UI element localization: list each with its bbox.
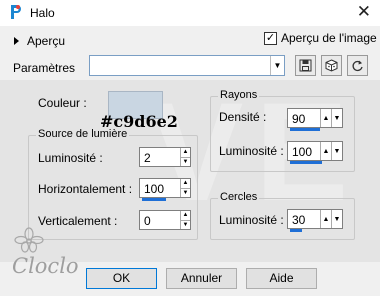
app-icon	[11, 5, 21, 19]
value-bar	[290, 229, 302, 232]
circles-title: Cercles	[218, 191, 260, 203]
circles-luminosity-spinner[interactable]: 30 ▲ ▼	[287, 209, 343, 232]
circles-luminosity-label: Luminosité :	[219, 213, 284, 227]
spin-up-icon[interactable]: ▲	[320, 109, 331, 127]
watermark-logo-text: Cloclo	[12, 254, 79, 278]
expand-triangle-icon	[14, 37, 19, 45]
spin-down-icon[interactable]: ▼	[181, 220, 190, 229]
params-label: Paramètres	[13, 61, 76, 75]
value-bar	[142, 198, 166, 201]
reset-icon	[352, 60, 363, 72]
value-bar	[290, 128, 320, 131]
image-preview-checkbox[interactable]: ✓ Aperçu de l'image	[264, 31, 377, 45]
randomize-icon	[325, 59, 338, 72]
help-button[interactable]: Aide	[246, 268, 317, 289]
spin-down-icon[interactable]: ▼	[181, 188, 190, 197]
light-luminosity-spinner[interactable]: 2 ▲ ▼	[139, 147, 191, 167]
spin-down-icon[interactable]: ▼	[331, 142, 342, 160]
save-preset-button[interactable]	[295, 55, 316, 76]
window-title: Halo	[30, 6, 55, 20]
preview-toggle[interactable]: Aperçu	[14, 34, 65, 48]
density-label: Densité :	[219, 110, 267, 124]
flower-logo-icon	[14, 227, 44, 253]
spin-buttons[interactable]: ▲ ▼	[180, 148, 190, 166]
spin-buttons[interactable]: ▲ ▼	[180, 211, 190, 229]
spin-up-icon[interactable]: ▲	[181, 148, 190, 157]
spinner-value: 2	[144, 151, 151, 165]
spin-buttons[interactable]: ▲ ▼	[180, 179, 190, 197]
spin-down-icon[interactable]: ▼	[181, 157, 190, 166]
title-bar: Halo ✕	[0, 0, 380, 26]
light-source-title: Source de lumière	[36, 128, 130, 140]
preset-dropdown[interactable]: ▼	[89, 55, 285, 76]
spinner-value: 90	[292, 112, 306, 126]
spin-up-icon[interactable]: ▲	[320, 210, 331, 228]
horizontal-spinner[interactable]: 100 ▲ ▼	[139, 178, 191, 201]
horizontal-label: Horizontalement :	[38, 182, 133, 196]
save-icon	[299, 59, 312, 72]
vertical-spinner[interactable]: 0 ▲ ▼	[139, 210, 191, 230]
rays-luminosity-label: Luminosité :	[219, 144, 284, 158]
ok-button[interactable]: OK	[86, 268, 157, 289]
vertical-label: Verticalement :	[38, 214, 118, 228]
randomize-button[interactable]	[321, 55, 342, 76]
spinner-value: 100	[144, 182, 165, 196]
checkbox-box[interactable]: ✓	[264, 31, 277, 45]
spinner-value: 0	[144, 214, 151, 228]
value-bar	[290, 161, 322, 164]
luminosity-label: Luminosité :	[38, 151, 103, 165]
spinner-value: 100	[292, 145, 313, 159]
reset-button[interactable]	[347, 55, 368, 76]
spin-up-icon[interactable]: ▲	[181, 179, 190, 188]
spin-up-icon[interactable]: ▲	[181, 211, 190, 220]
spin-down-icon[interactable]: ▼	[331, 210, 342, 228]
spin-up-icon[interactable]: ▲	[320, 142, 331, 160]
density-spinner[interactable]: 90 ▲ ▼	[287, 108, 343, 131]
cancel-button[interactable]: Annuler	[166, 268, 237, 289]
image-preview-label: Aperçu de l'image	[281, 31, 377, 45]
dropdown-arrow-icon[interactable]: ▼	[270, 56, 284, 75]
rays-title: Rayons	[218, 89, 260, 101]
preview-toggle-label: Aperçu	[27, 34, 66, 48]
rays-luminosity-spinner[interactable]: 100 ▲ ▼	[287, 141, 343, 164]
spin-down-icon[interactable]: ▼	[331, 109, 342, 127]
color-label: Couleur :	[38, 96, 87, 110]
spinner-value: 30	[292, 213, 306, 227]
close-icon[interactable]: ✕	[357, 2, 371, 22]
